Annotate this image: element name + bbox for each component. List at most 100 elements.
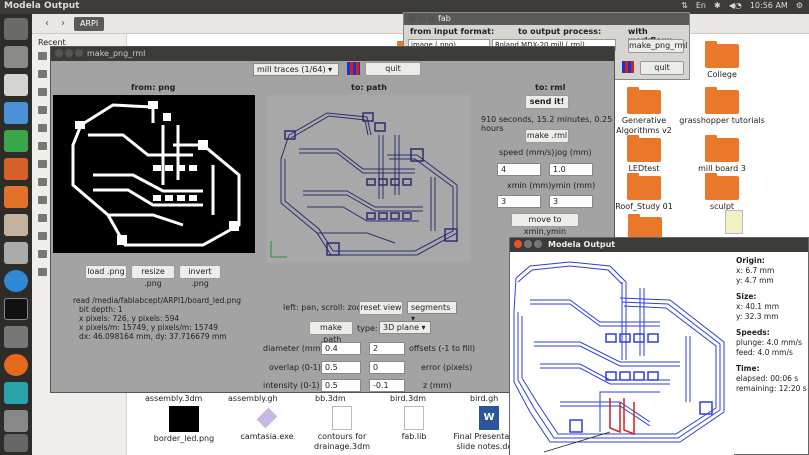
output-process-label: to output process:	[518, 27, 602, 36]
system-settings-icon[interactable]	[4, 242, 28, 264]
network-icon[interactable]: ⇅	[681, 1, 688, 10]
quit-button[interactable]: quit	[640, 61, 684, 75]
back-icon[interactable]: ‹	[40, 17, 54, 31]
folder-icon[interactable]	[628, 214, 662, 239]
file-label[interactable]: bird.3dm	[390, 394, 426, 403]
editor-app-icon[interactable]	[4, 326, 28, 348]
bluetooth-icon[interactable]: ✱	[714, 1, 721, 10]
type-select[interactable]: 3D plane ▾	[379, 321, 431, 334]
writer-app-icon[interactable]	[4, 102, 28, 124]
z-field[interactable]: -0.1	[369, 379, 405, 392]
png-info: read /media/fablabcept/ARPI1/board_led.p…	[73, 296, 241, 341]
path-preview[interactable]	[267, 95, 471, 263]
breadcrumb[interactable]: ARPI	[74, 17, 105, 31]
files-app-icon[interactable]	[4, 74, 28, 96]
window-title: make_png_rml	[87, 49, 146, 58]
png-column-title: from: png	[131, 83, 176, 92]
software-center-icon[interactable]	[4, 186, 28, 208]
file-label[interactable]: bird.gh	[470, 394, 498, 403]
toolpath-preview	[270, 112, 458, 258]
ymin-field[interactable]: 3	[549, 195, 593, 208]
origin-heading: Origin:	[736, 256, 765, 265]
sidebar-folder-icon[interactable]	[38, 52, 47, 60]
type-value: 3D plane	[383, 323, 419, 332]
file-item-grasshopper[interactable]: grasshopper tutorials	[677, 87, 767, 126]
sidebar-folder-icon[interactable]	[38, 88, 47, 96]
help-app-icon[interactable]	[4, 270, 28, 292]
workflow-button[interactable]: make_png_rml	[628, 39, 687, 53]
folder-icon	[627, 173, 661, 200]
file-item-college[interactable]: College	[677, 41, 767, 80]
archive-app-icon[interactable]	[4, 214, 28, 236]
dash-icon[interactable]	[4, 18, 28, 40]
fab-titlebar: fab	[404, 13, 689, 25]
file-item-sculpt[interactable]: sculpt	[677, 173, 767, 212]
diameter-field[interactable]: 0.4	[321, 342, 361, 355]
sidebar-drive-icon[interactable]	[38, 250, 47, 258]
clock[interactable]: 10:56 AM	[750, 1, 788, 10]
mode-select[interactable]: mill traces (1/64) ▾	[253, 63, 339, 76]
maximize-icon[interactable]	[75, 49, 83, 57]
document-icon[interactable]	[725, 210, 743, 234]
maximize-icon[interactable]	[428, 15, 436, 23]
sidebar-drive-icon[interactable]	[38, 178, 47, 186]
speed-field[interactable]: 4	[497, 163, 541, 176]
view-mode-value: segments	[411, 303, 451, 312]
reset-view-button[interactable]: reset view	[359, 301, 403, 315]
arduino-app-icon[interactable]	[4, 382, 28, 404]
close-icon[interactable]	[514, 240, 522, 248]
invert-png-button[interactable]: invert .png	[179, 265, 221, 288]
sidebar-drive-icon[interactable]	[38, 214, 47, 222]
sidebar-network-icon[interactable]	[38, 268, 47, 276]
sidebar-folder-icon[interactable]	[38, 124, 47, 132]
toolpath-canvas[interactable]	[510, 252, 734, 455]
drive-icon[interactable]	[4, 410, 28, 432]
maximize-icon[interactable]	[534, 240, 542, 248]
elapsed-time: elapsed: 00:06 s	[736, 374, 799, 383]
keyboard-layout[interactable]: En	[696, 1, 706, 10]
file-label[interactable]: assembly.3dm	[145, 394, 202, 403]
error-field[interactable]: 0	[369, 361, 405, 374]
png-preview[interactable]	[53, 95, 255, 253]
terminal-app-icon[interactable]	[4, 298, 28, 320]
intensity-field[interactable]: 0.5	[321, 379, 361, 392]
send-it-button[interactable]: send it!	[525, 95, 569, 109]
xmin-field[interactable]: 3	[497, 195, 541, 208]
resize-png-button[interactable]: resize .png	[131, 265, 175, 288]
sidebar-drive-icon[interactable]	[38, 196, 47, 204]
sidebar-trash-icon[interactable]	[38, 160, 47, 168]
minimize-icon[interactable]	[65, 49, 73, 57]
word-document-icon: W	[479, 406, 499, 430]
minimize-icon[interactable]	[418, 15, 426, 23]
minimize-icon[interactable]	[524, 240, 532, 248]
firefox-icon[interactable]	[4, 354, 28, 376]
file-item-border-led[interactable]: border_led.png	[139, 406, 229, 444]
settings-gear-icon[interactable]: ⚙	[796, 1, 803, 10]
offsets-field[interactable]: 2	[369, 342, 405, 355]
sidebar-folder-icon[interactable]	[38, 142, 47, 150]
toolpath-drawing	[513, 261, 725, 453]
quit-button[interactable]: quit	[365, 62, 421, 76]
sidebar-drive-icon[interactable]	[38, 232, 47, 240]
camera-app-icon[interactable]	[4, 46, 28, 68]
calc-app-icon[interactable]	[4, 130, 28, 152]
file-label[interactable]: bb.3dm	[315, 394, 346, 403]
overlap-field[interactable]: 0.5	[321, 361, 361, 374]
close-icon[interactable]	[55, 49, 63, 57]
view-mode-select[interactable]: segments ▾	[407, 301, 457, 323]
forward-icon[interactable]: ›	[56, 17, 70, 31]
modela-info-panel: Origin: x: 6.7 mm y: 4.7 mm Size: x: 40.…	[736, 256, 809, 394]
load-png-button[interactable]: load .png	[85, 265, 127, 279]
sidebar-folder-icon[interactable]	[38, 70, 47, 78]
sidebar-download-icon[interactable]	[38, 106, 47, 114]
close-icon[interactable]	[408, 15, 416, 23]
jog-field[interactable]: 1.0	[549, 163, 593, 176]
trash-icon[interactable]	[4, 434, 28, 452]
make-rml-button[interactable]: make .rml	[525, 129, 569, 143]
file-label[interactable]: assembly.gh	[228, 394, 278, 403]
file-item-mill-board-3[interactable]: mill board 3	[677, 135, 767, 174]
volume-icon[interactable]: ◀◔	[729, 1, 742, 10]
impress-app-icon[interactable]	[4, 158, 28, 180]
move-to-origin-button[interactable]: move to xmin,ymin	[511, 213, 579, 236]
make-path-button[interactable]: make .path	[309, 321, 353, 344]
